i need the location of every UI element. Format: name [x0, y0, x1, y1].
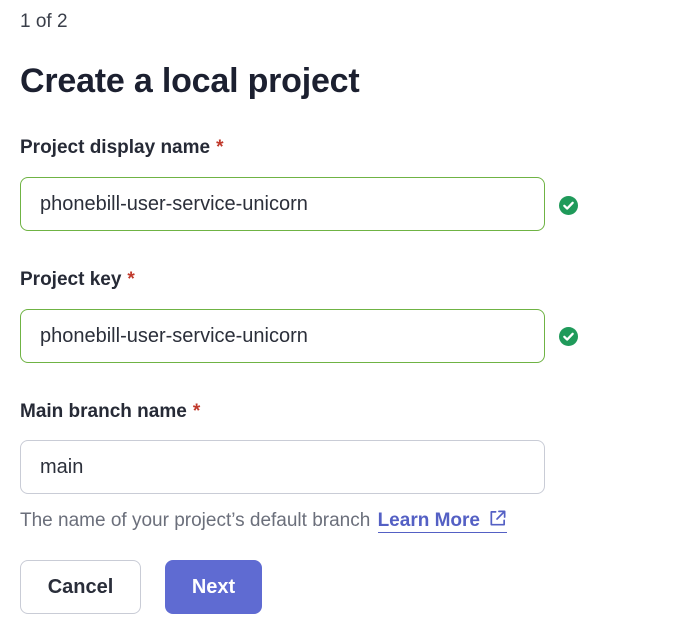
- learn-more-label: Learn More: [377, 510, 480, 531]
- required-marker: *: [216, 137, 224, 158]
- project-key-label-text: Project key: [20, 269, 122, 290]
- main-branch-help: The name of your project’s default branc…: [20, 509, 507, 533]
- learn-more-link[interactable]: Learn More: [377, 510, 507, 533]
- check-circle-icon: [559, 327, 578, 346]
- required-marker: *: [192, 401, 201, 422]
- main-branch-input[interactable]: [20, 440, 545, 494]
- display-name-label: Project display name *: [20, 137, 223, 159]
- next-button[interactable]: Next: [165, 560, 262, 614]
- external-link-icon: [490, 510, 506, 526]
- check-circle-icon: [559, 196, 578, 215]
- required-marker: *: [127, 269, 135, 290]
- project-key-input[interactable]: [20, 309, 545, 363]
- display-name-label-text: Project display name: [20, 137, 211, 158]
- project-key-label: Project key *: [20, 269, 135, 291]
- project-display-name-input[interactable]: [20, 177, 545, 231]
- page-title: Create a local project: [20, 62, 360, 100]
- cancel-button[interactable]: Cancel: [20, 560, 141, 614]
- main-branch-label: Main branch name *: [20, 401, 200, 423]
- main-branch-label-text: Main branch name: [20, 401, 187, 422]
- help-text: The name of your project’s default branc…: [20, 510, 371, 531]
- step-indicator: 1 of 2: [20, 11, 68, 32]
